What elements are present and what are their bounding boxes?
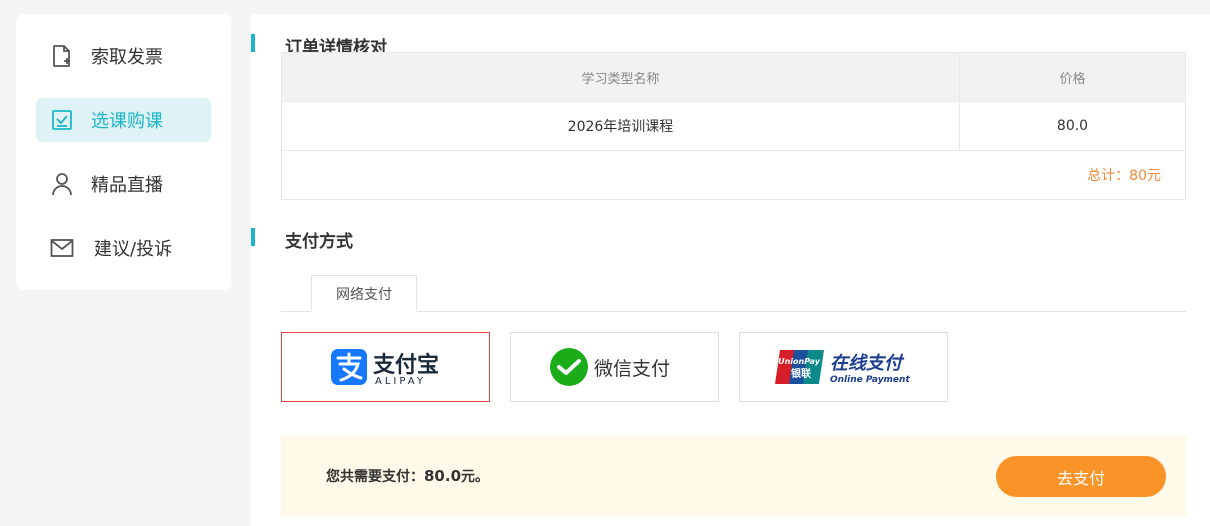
pay-button[interactable]: 去支付 <box>996 456 1166 497</box>
sidebar-item-label: 索取发票 <box>91 47 163 68</box>
wechat-pay-option[interactable]: 微信支付 <box>510 332 719 402</box>
sidebar-item-label: 选课购课 <box>91 111 163 132</box>
tab-online-payment[interactable]: 网络支付 <box>311 275 417 312</box>
order-table: 学习类型名称 价格 2026年培训课程 80.0 总计：80元 <box>281 52 1186 200</box>
wechat-icon: 微信支付 <box>549 348 670 386</box>
section-marker <box>251 228 255 246</box>
unionpay-badge-top: UnionPay <box>778 357 821 366</box>
summary-prefix: 您共需要支付： <box>326 469 424 485</box>
payment-section-title: 支付方式 <box>285 232 353 252</box>
payment-summary-bar: 您共需要支付：80.0元。 去支付 <box>281 436 1186 516</box>
mail-icon <box>50 236 74 260</box>
cell-course-name: 2026年培训课程 <box>282 102 960 150</box>
cell-price: 80.0 <box>1056 118 1089 134</box>
column-header-price: 价格 <box>1059 71 1086 87</box>
sidebar-item-live[interactable]: 精品直播 <box>36 162 211 206</box>
alipay-sub: ALIPAY <box>375 376 426 387</box>
payment-summary: 您共需要支付：80.0元。 <box>326 466 489 486</box>
sidebar-item-feedback[interactable]: 建议/投诉 <box>36 226 211 270</box>
total-label: 总计：80元 <box>1087 168 1161 184</box>
checkbox-icon <box>50 108 74 132</box>
order-total: 总计：80元 <box>282 150 1185 199</box>
sidebar-item-label: 精品直播 <box>91 175 163 196</box>
alipay-label: 支付宝 <box>373 352 439 378</box>
sidebar: 索取发票 选课购课 精品直播 建议/投诉 <box>16 14 231 290</box>
unionpay-sub: Online Payment <box>830 375 910 385</box>
column-header-name: 学习类型名称 <box>282 53 960 101</box>
alipay-icon: 支付宝 ALIPAY <box>330 349 439 387</box>
summary-suffix: 元。 <box>461 469 490 485</box>
unionpay-badge-bottom: 银联 <box>791 367 811 380</box>
section-marker <box>251 34 255 52</box>
alipay-option[interactable]: 支付宝 ALIPAY <box>281 332 490 402</box>
summary-amount: 80.0 <box>424 467 462 485</box>
sidebar-item-course-purchase[interactable]: 选课购课 <box>36 98 211 142</box>
sidebar-item-invoice[interactable]: 索取发票 <box>36 34 211 78</box>
table-header: 学习类型名称 价格 <box>282 53 1185 101</box>
document-plus-icon <box>50 44 74 68</box>
user-icon <box>50 172 74 196</box>
unionpay-option[interactable]: UnionPay 银联 在线支付 Online Payment <box>739 332 948 402</box>
main-panel: 订单详情核对 学习类型名称 价格 2026年培训课程 80.0 总计：80元 支… <box>251 14 1210 526</box>
unionpay-label: 在线支付 <box>830 353 905 374</box>
sidebar-item-label: 建议/投诉 <box>94 239 173 260</box>
table-row: 2026年培训课程 80.0 <box>282 101 1185 150</box>
wechat-label: 微信支付 <box>594 358 670 380</box>
unionpay-icon: UnionPay 银联 在线支付 Online Payment <box>774 350 910 385</box>
